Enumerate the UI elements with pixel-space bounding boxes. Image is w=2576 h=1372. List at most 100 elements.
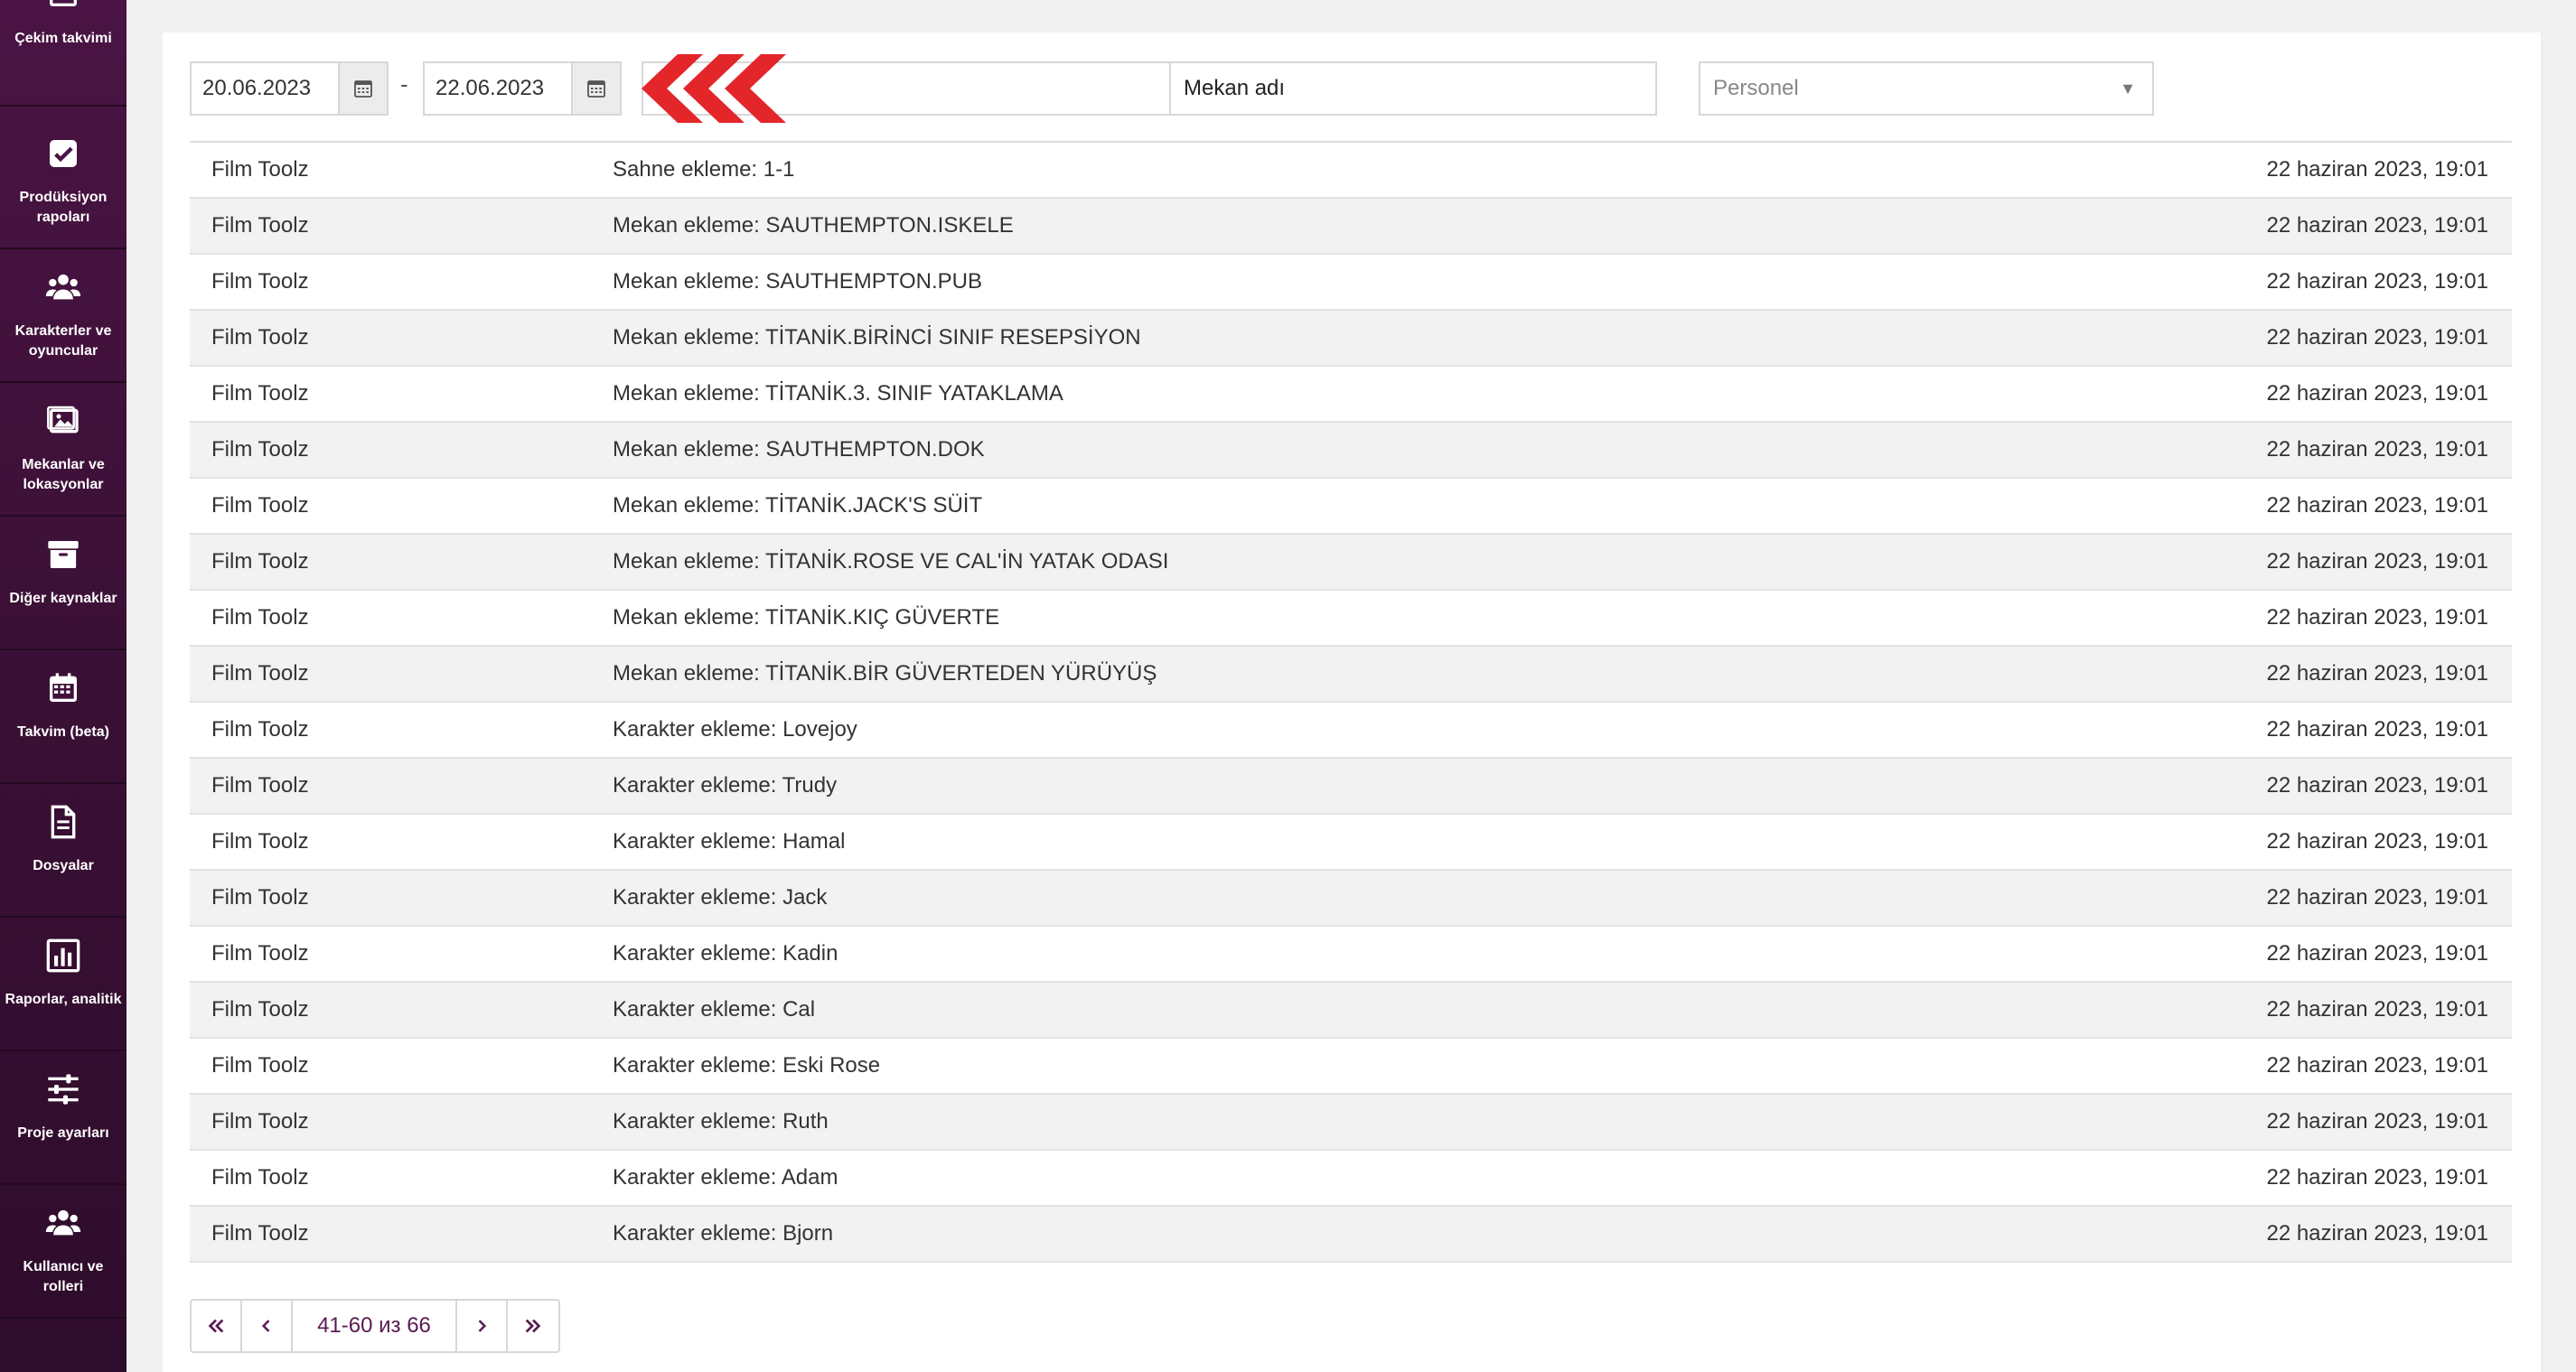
row-user: Film Toolz (211, 325, 309, 350)
row-timestamp: 22 haziran 2023, 19:01 (2266, 1221, 2488, 1246)
row-user: Film Toolz (211, 213, 309, 238)
row-user: Film Toolz (211, 1221, 309, 1246)
row-action: Karakter ekleme: Bjorn (613, 1221, 834, 1246)
table-row: Film Toolz Mekan ekleme: TİTANİK.3. SINIF… (190, 367, 2512, 423)
row-timestamp: 22 haziran 2023, 19:01 (2266, 157, 2488, 182)
row-action: Mekan ekleme: TİTANİK.ROSE VE CAL'İN YAT… (613, 549, 1169, 574)
table-row: Film Toolz Karakter ekleme: Ruth 22 hazira… (190, 1095, 2512, 1151)
row-user: Film Toolz (211, 157, 309, 182)
sidebar-item-calendar-beta[interactable]: Takvim (beta) (0, 652, 126, 784)
calendar-icon[interactable] (571, 63, 620, 114)
sidebar-item-locations[interactable]: Mekanlar ve lokasyonlar (0, 385, 126, 517)
sidebar-item-reports-analytics[interactable]: Raporlar, analitik (0, 919, 126, 1051)
row-user: Film Toolz (211, 1109, 309, 1134)
double-chevron-right-icon (525, 1319, 541, 1333)
row-action: Karakter ekleme: Cal (613, 997, 816, 1022)
date-from-field[interactable]: 20.06.2023 (190, 61, 389, 116)
file-icon (45, 804, 81, 840)
row-action: Mekan ekleme: TİTANİK.3. SINIF YATAKLAMA (613, 381, 1063, 406)
sidebar-item-label: Proje ayarları (17, 1125, 109, 1141)
sidebar-item-label: Raporlar, analitik (5, 992, 122, 1007)
page-range-label: 41-60 из 66 (293, 1301, 457, 1351)
sidebar-item-characters[interactable]: Karakterler ve oyuncular (0, 251, 126, 383)
table-row: Film Toolz Mekan ekleme: TİTANİK.JACK'S S… (190, 479, 2512, 535)
previous-page-button[interactable] (242, 1301, 293, 1351)
row-user: Film Toolz (211, 773, 309, 798)
row-user: Film Toolz (211, 941, 309, 966)
sidebar-item-project-settings[interactable]: Proje ayarları (0, 1053, 126, 1185)
row-timestamp: 22 haziran 2023, 19:01 (2266, 549, 2488, 574)
table-row: Film Toolz Mekan ekleme: SAUTHEMPTON.PUB 2… (190, 255, 2512, 311)
table-row: Film Toolz Karakter ekleme: Lovejoy 22 haz… (190, 703, 2512, 759)
sidebar-item-shooting-schedule[interactable]: Çekim takvimi (0, 0, 126, 107)
sidebar-item-production-reports[interactable]: Prodüksiyon rapoları (0, 117, 126, 249)
sidebar-item-files[interactable]: Dosyalar (0, 786, 126, 918)
sidebar-item-other-resources[interactable]: Diğer kaynaklar (0, 518, 126, 650)
row-timestamp: 22 haziran 2023, 19:01 (2266, 717, 2488, 742)
row-action: Mekan ekleme: TİTANİK.BİRİNCİ SINIF RESE… (613, 325, 1141, 350)
row-timestamp: 22 haziran 2023, 19:01 (2266, 829, 2488, 854)
table-row: Film Toolz Mekan ekleme: TİTANİK.KIÇ GÜVE… (190, 591, 2512, 647)
sidebar-item-label: Çekim takvimi (14, 31, 112, 46)
sidebar-item-label: Mekanlar ve lokasyonlar (22, 457, 105, 492)
pagination: 41-60 из 66 (190, 1299, 560, 1353)
chevron-left-icon (261, 1320, 270, 1332)
row-user: Film Toolz (211, 661, 309, 686)
sidebar-item-label: Prodüksiyon rapoları (19, 190, 108, 225)
row-timestamp: 22 haziran 2023, 19:01 (2266, 605, 2488, 630)
row-timestamp: 22 haziran 2023, 19:01 (2266, 997, 2488, 1022)
row-timestamp: 22 haziran 2023, 19:01 (2266, 1109, 2488, 1134)
activity-log-table: Film Toolz Sahne ekleme: 1-1 22 haziran 20… (190, 141, 2512, 1263)
row-timestamp: 22 haziran 2023, 19:01 (2266, 493, 2488, 518)
bar-chart-icon (45, 938, 81, 974)
sidebar-item-label: Karakterler ve oyuncular (14, 323, 112, 359)
row-timestamp: 22 haziran 2023, 19:01 (2266, 1165, 2488, 1190)
dropdown-arrow-icon: ▼ (2120, 79, 2136, 98)
location-name-value: Mekan adı (1184, 76, 1286, 100)
row-action: Mekan ekleme: SAUTHEMPTON.PUB (613, 269, 982, 294)
row-timestamp: 22 haziran 2023, 19:01 (2266, 885, 2488, 910)
users-icon (45, 269, 81, 305)
table-row: Film Toolz Mekan ekleme: TİTANİK.BİR GÜVE… (190, 647, 2512, 703)
row-user: Film Toolz (211, 493, 309, 518)
next-page-button[interactable] (457, 1301, 508, 1351)
calendar-icon (45, 670, 81, 706)
date-range-separator: - (400, 70, 408, 98)
calendar-icon[interactable] (338, 63, 387, 114)
row-user: Film Toolz (211, 605, 309, 630)
row-action: Karakter ekleme: Adam (613, 1165, 838, 1190)
sliders-icon (45, 1071, 81, 1107)
sidebar-item-users-roles[interactable]: Kullanıcı ve rolleri (0, 1187, 126, 1319)
archive-icon (45, 537, 81, 573)
location-name-input[interactable]: Mekan adı (1169, 61, 1657, 116)
date-to-field[interactable]: 22.06.2023 (423, 61, 622, 116)
row-action: Karakter ekleme: Hamal (613, 829, 846, 854)
table-row: Film Toolz Mekan ekleme: SAUTHEMPTON.DOK 2… (190, 423, 2512, 479)
calendar-icon (45, 0, 81, 11)
checkbox-icon (45, 135, 81, 172)
first-page-button[interactable] (192, 1301, 242, 1351)
row-action: Mekan ekleme: TİTANİK.BİR GÜVERTEDEN YÜR… (613, 661, 1157, 686)
row-action: Mekan ekleme: TİTANİK.KIÇ GÜVERTE (613, 605, 1000, 630)
table-row: Film Toolz Sahne ekleme: 1-1 22 haziran 20… (190, 143, 2512, 199)
sidebar-item-label: Dosyalar (33, 858, 94, 873)
row-timestamp: 22 haziran 2023, 19:01 (2266, 1053, 2488, 1078)
row-timestamp: 22 haziran 2023, 19:01 (2266, 269, 2488, 294)
row-user: Film Toolz (211, 549, 309, 574)
filter-bar: 20.06.2023 - 22.06.2023 ▼ Mekan adı Pers… (163, 33, 2541, 141)
table-row: Film Toolz Karakter ekleme: Bjorn 22 hazir… (190, 1207, 2512, 1263)
table-row: Film Toolz Karakter ekleme: Cal 22 haziran… (190, 983, 2512, 1039)
table-row: Film Toolz Karakter ekleme: Trudy 22 hazir… (190, 759, 2512, 815)
row-user: Film Toolz (211, 885, 309, 910)
row-action: Karakter ekleme: Kadin (613, 941, 838, 966)
row-user: Film Toolz (211, 269, 309, 294)
image-icon (45, 403, 81, 439)
sidebar-item-label: Takvim (beta) (17, 724, 109, 740)
personnel-select[interactable]: Personel ▼ (1699, 61, 2154, 116)
table-row: Film Toolz Karakter ekleme: Hamal 22 hazir… (190, 815, 2512, 871)
last-page-button[interactable] (508, 1301, 558, 1351)
row-action: Sahne ekleme: 1-1 (613, 157, 795, 182)
row-action: Karakter ekleme: Eski Rose (613, 1053, 881, 1078)
row-user: Film Toolz (211, 829, 309, 854)
row-timestamp: 22 haziran 2023, 19:01 (2266, 437, 2488, 462)
